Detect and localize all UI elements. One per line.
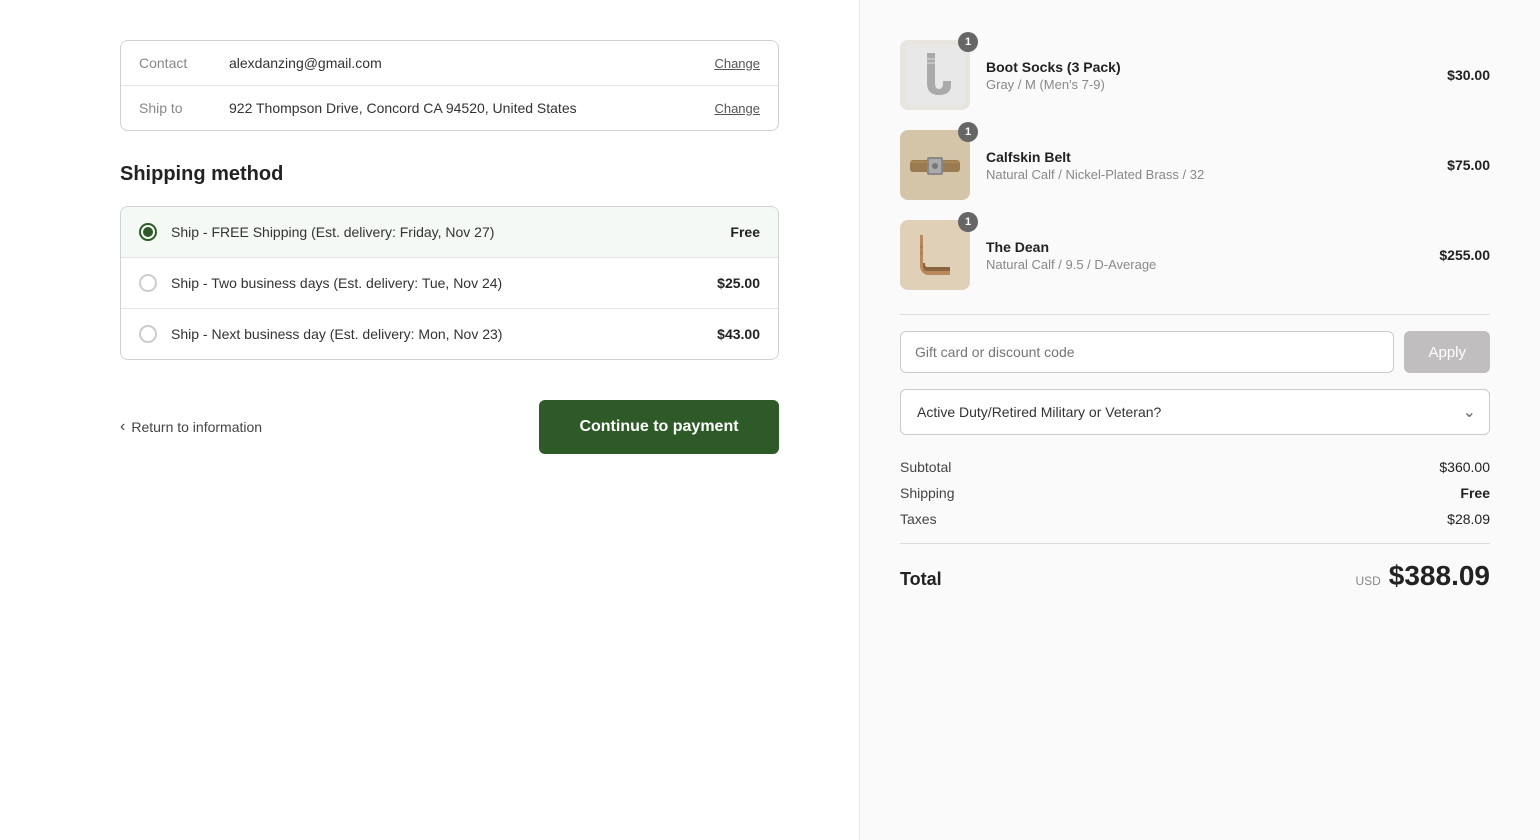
belt-variant: Natural Calf / Nickel-Plated Brass / 32: [986, 167, 1431, 182]
subtotal-row: Subtotal $360.00: [900, 459, 1490, 475]
shipto-row: Ship to 922 Thompson Drive, Concord CA 9…: [121, 85, 778, 130]
shipto-value: 922 Thompson Drive, Concord CA 94520, Un…: [229, 100, 714, 116]
socks-variant: Gray / M (Men's 7-9): [986, 77, 1431, 92]
taxes-value: $28.09: [1447, 511, 1490, 527]
continue-to-payment-button[interactable]: Continue to payment: [539, 400, 779, 454]
total-divider: [900, 543, 1490, 544]
shipping-summary-value: Free: [1460, 485, 1490, 501]
total-label: Total: [900, 569, 942, 590]
radio-two-day: [139, 274, 157, 292]
belt-image-wrap: 1: [900, 130, 970, 200]
total-amount-wrap: USD $388.09: [1355, 560, 1490, 592]
order-summary: Subtotal $360.00 Shipping Free Taxes $28…: [900, 459, 1490, 527]
bottom-actions: ‹ Return to information Continue to paym…: [120, 400, 779, 454]
shipping-free-label: Ship - FREE Shipping (Est. delivery: Fri…: [171, 224, 730, 240]
boot-image-wrap: 1: [900, 220, 970, 290]
items-divider: [900, 314, 1490, 315]
order-item-boot: 1 The Dean Natural Calf / 9.5 / D-Averag…: [900, 220, 1490, 290]
shipping-two-day-price: $25.00: [717, 275, 760, 291]
shipto-label: Ship to: [139, 100, 229, 116]
contact-row: Contact alexdanzing@gmail.com Change: [121, 41, 778, 85]
socks-details: Boot Socks (3 Pack) Gray / M (Men's 7-9): [986, 59, 1431, 92]
info-box: Contact alexdanzing@gmail.com Change Shi…: [120, 40, 779, 131]
shipping-option-two-day[interactable]: Ship - Two business days (Est. delivery:…: [121, 257, 778, 308]
socks-image-wrap: 1: [900, 40, 970, 110]
return-link-label: Return to information: [131, 419, 262, 435]
total-amount: $388.09: [1389, 560, 1490, 592]
boot-image: [900, 220, 970, 290]
chevron-left-icon: ‹: [120, 418, 125, 436]
order-item-socks: 1 Boot Socks (3 Pack) Gray / M (Men's 7-…: [900, 40, 1490, 110]
boot-variant: Natural Calf / 9.5 / D-Average: [986, 257, 1423, 272]
shipping-option-free[interactable]: Ship - FREE Shipping (Est. delivery: Fri…: [121, 207, 778, 257]
return-to-info-link[interactable]: ‹ Return to information: [120, 418, 262, 436]
belt-badge: 1: [958, 122, 978, 142]
radio-free-inner: [143, 227, 153, 237]
shipping-next-day-label: Ship - Next business day (Est. delivery:…: [171, 326, 717, 342]
order-item-belt: 1 Calfskin Belt Natural Calf / Nickel-Pl…: [900, 130, 1490, 200]
military-dropdown-wrap: Active Duty/Retired Military or Veteran?…: [900, 389, 1490, 435]
taxes-row: Taxes $28.09: [900, 511, 1490, 527]
shipping-free-price: Free: [730, 224, 760, 240]
boot-badge: 1: [958, 212, 978, 232]
socks-badge: 1: [958, 32, 978, 52]
discount-row: Apply: [900, 331, 1490, 373]
boot-price: $255.00: [1439, 247, 1490, 263]
shipping-options-box: Ship - FREE Shipping (Est. delivery: Fri…: [120, 206, 779, 360]
belt-price: $75.00: [1447, 157, 1490, 173]
belt-name: Calfskin Belt: [986, 149, 1431, 165]
subtotal-value: $360.00: [1439, 459, 1490, 475]
radio-next-day: [139, 325, 157, 343]
military-dropdown[interactable]: Active Duty/Retired Military or Veteran?…: [900, 389, 1490, 435]
socks-name: Boot Socks (3 Pack): [986, 59, 1431, 75]
contact-value: alexdanzing@gmail.com: [229, 55, 714, 71]
socks-price: $30.00: [1447, 67, 1490, 83]
total-currency: USD: [1355, 574, 1380, 588]
belt-image: [900, 130, 970, 200]
belt-details: Calfskin Belt Natural Calf / Nickel-Plat…: [986, 149, 1431, 182]
shipping-two-day-label: Ship - Two business days (Est. delivery:…: [171, 275, 717, 291]
right-panel: 1 Boot Socks (3 Pack) Gray / M (Men's 7-…: [860, 0, 1540, 840]
radio-free: [139, 223, 157, 241]
total-row: Total USD $388.09: [900, 560, 1490, 592]
shipping-summary-label: Shipping: [900, 485, 955, 501]
apply-button[interactable]: Apply: [1404, 331, 1490, 373]
taxes-label: Taxes: [900, 511, 937, 527]
shipping-method-title: Shipping method: [120, 163, 779, 186]
discount-input[interactable]: [900, 331, 1394, 373]
subtotal-label: Subtotal: [900, 459, 951, 475]
left-panel: Contact alexdanzing@gmail.com Change Shi…: [0, 0, 860, 840]
socks-image: [900, 40, 970, 110]
boot-name: The Dean: [986, 239, 1423, 255]
shipping-option-next-day[interactable]: Ship - Next business day (Est. delivery:…: [121, 308, 778, 359]
shipto-change-link[interactable]: Change: [714, 101, 760, 116]
contact-label: Contact: [139, 55, 229, 71]
boot-details: The Dean Natural Calf / 9.5 / D-Average: [986, 239, 1423, 272]
shipping-next-day-price: $43.00: [717, 326, 760, 342]
order-items: 1 Boot Socks (3 Pack) Gray / M (Men's 7-…: [900, 40, 1490, 290]
contact-change-link[interactable]: Change: [714, 56, 760, 71]
shipping-row: Shipping Free: [900, 485, 1490, 501]
